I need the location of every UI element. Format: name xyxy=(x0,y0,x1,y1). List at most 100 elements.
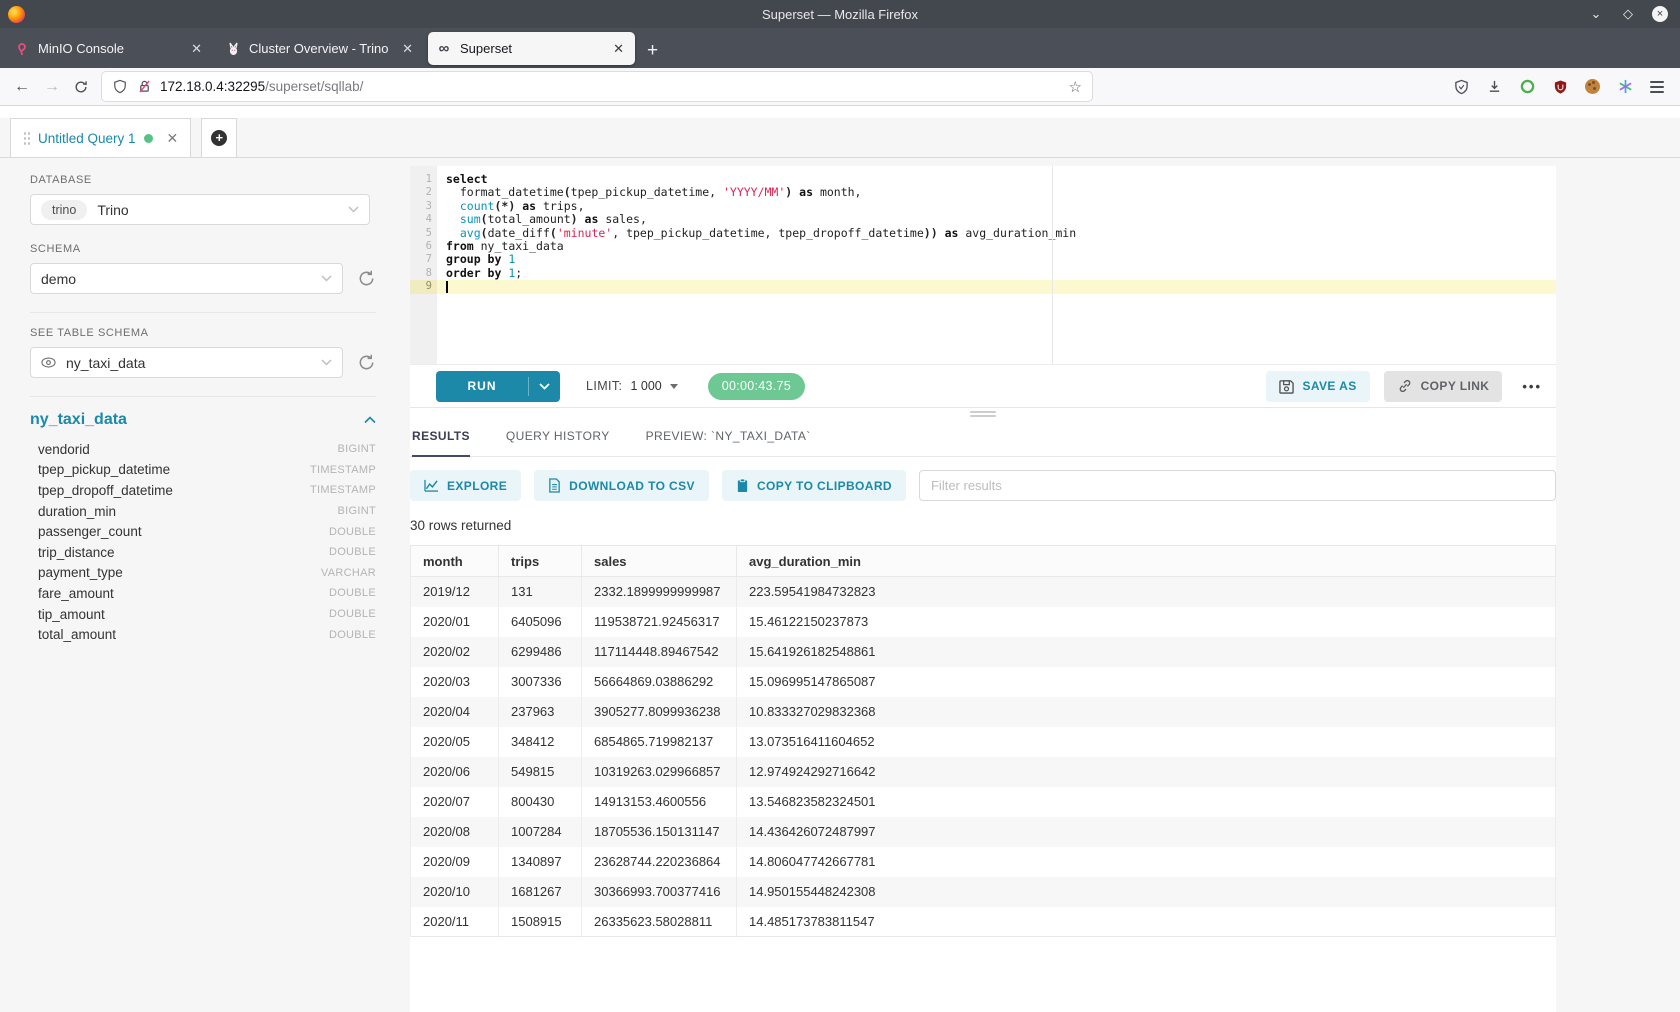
sql-editor[interactable]: 123456789 select format_datetime(tpep_pi… xyxy=(410,166,1556,364)
schema-column-row[interactable]: passenger_countDOUBLE xyxy=(30,521,376,542)
table-row[interactable]: 2020/016405096119538721.9245631715.46122… xyxy=(411,607,1556,637)
ext-green-ring-icon[interactable] xyxy=(1519,79,1535,95)
column-header[interactable]: avg_duration_min xyxy=(737,546,1556,577)
tab-title: Superset xyxy=(460,41,610,56)
limit-dropdown[interactable]: LIMIT: 1 000 xyxy=(586,379,678,393)
gutter-line-number: 1 xyxy=(410,173,437,186)
ext-shield-icon[interactable] xyxy=(1453,79,1469,95)
table-row[interactable]: 2020/053484126854865.71998213713.0735164… xyxy=(411,727,1556,757)
url-bar[interactable]: 172.18.0.4:32295/superset/sqllab/ ☆ xyxy=(102,72,1092,101)
browser-tab-trino[interactable]: Cluster Overview - Trino ✕ xyxy=(217,32,424,65)
column-header[interactable]: trips xyxy=(499,546,582,577)
gutter-line-number: 4 xyxy=(410,213,437,226)
table-row[interactable]: 2020/11150891526335623.5802881114.485173… xyxy=(411,907,1556,937)
explore-button[interactable]: EXPLORE xyxy=(410,470,521,501)
run-button[interactable]: RUN xyxy=(436,371,560,402)
tab-close-icon[interactable]: ✕ xyxy=(188,41,205,57)
table-row[interactable]: 2020/10168126730366993.70037741614.95015… xyxy=(411,877,1556,907)
schema-column-row[interactable]: tpep_dropoff_datetimeTIMESTAMP xyxy=(30,480,376,501)
tab-query-history[interactable]: QUERY HISTORY xyxy=(506,416,610,456)
column-name: tpep_pickup_datetime xyxy=(38,462,170,477)
table-cell: 26335623.58028811 xyxy=(582,907,737,937)
query-tab-close-icon[interactable]: ✕ xyxy=(167,130,179,147)
column-type: DOUBLE xyxy=(329,587,376,599)
schema-column-row[interactable]: total_amountDOUBLE xyxy=(30,624,376,645)
download-csv-button[interactable]: DOWNLOAD TO CSV xyxy=(534,470,709,501)
copy-link-button[interactable]: COPY LINK xyxy=(1384,371,1503,402)
table-cell: 2019/12 xyxy=(411,577,499,607)
schema-column-row[interactable]: tip_amountDOUBLE xyxy=(30,604,376,625)
ublock-origin-icon[interactable] xyxy=(1552,79,1568,95)
reload-icon[interactable] xyxy=(74,80,88,94)
table-row[interactable]: 2020/08100728418705536.15013114714.43642… xyxy=(411,817,1556,847)
table-row[interactable]: 2020/09134089723628744.22023686414.80604… xyxy=(411,847,1556,877)
table-row[interactable]: 2020/026299486117114448.8946754215.64192… xyxy=(411,637,1556,667)
copy-clipboard-button[interactable]: COPY TO CLIPBOARD xyxy=(722,470,906,501)
schema-column-row[interactable]: duration_minBIGINT xyxy=(30,501,376,522)
table-cell: 2020/08 xyxy=(411,817,499,847)
column-header[interactable]: month xyxy=(411,546,499,577)
filter-results-input[interactable] xyxy=(919,470,1556,501)
column-type: DOUBLE xyxy=(329,546,376,558)
cookie-icon[interactable] xyxy=(1585,79,1600,94)
code-line: order by 1; xyxy=(437,267,1556,280)
browser-tab-superset[interactable]: ∞ Superset ✕ xyxy=(428,32,635,65)
editor-lines[interactable]: select format_datetime(tpep_pickup_datet… xyxy=(437,166,1556,364)
forward-icon[interactable]: → xyxy=(44,78,60,96)
run-options-chevron-icon[interactable] xyxy=(529,371,560,402)
url-text[interactable]: 172.18.0.4:32295/superset/sqllab/ xyxy=(160,79,1061,94)
add-query-tab-button[interactable]: + xyxy=(201,118,237,157)
tab-title: Cluster Overview - Trino xyxy=(249,41,399,56)
schema-select[interactable]: demo xyxy=(30,263,343,294)
url-path: /superset/sqllab/ xyxy=(265,79,363,94)
table-row[interactable]: 2020/0780043014913153.460055613.54682358… xyxy=(411,787,1556,817)
table-row[interactable]: 2020/042379633905277.809993623810.833327… xyxy=(411,697,1556,727)
chevron-down-icon xyxy=(348,206,359,213)
query-tab-untitled[interactable]: Untitled Query 1 ✕ xyxy=(10,118,191,157)
gutter-line-number: 9 xyxy=(410,280,437,293)
browser-tab-minio[interactable]: MinIO Console ✕ xyxy=(6,32,213,65)
hamburger-menu-icon[interactable] xyxy=(1650,81,1664,93)
collapse-chevron-up-icon[interactable] xyxy=(364,416,376,424)
table-row[interactable]: 2020/0654981510319263.02996685712.974924… xyxy=(411,757,1556,787)
table-select[interactable]: ny_taxi_data xyxy=(30,347,343,378)
gutter-line-number: 7 xyxy=(410,253,437,266)
resize-handle[interactable] xyxy=(970,409,996,419)
schema-column-row[interactable]: fare_amountDOUBLE xyxy=(30,583,376,604)
window-minimize-icon[interactable]: ⌄ xyxy=(1588,6,1604,22)
schema-column-row[interactable]: payment_typeVARCHAR xyxy=(30,563,376,584)
window-close-icon[interactable]: × xyxy=(1652,6,1668,22)
container-asterisk-icon[interactable] xyxy=(1617,79,1633,95)
download-icon[interactable] xyxy=(1486,79,1502,95)
table-row[interactable]: 2020/03300733656664869.0388629215.096995… xyxy=(411,667,1556,697)
table-cell: 3905277.8099936238 xyxy=(582,697,737,727)
tab-results[interactable]: RESULTS xyxy=(412,416,470,456)
schema-column-row[interactable]: trip_distanceDOUBLE xyxy=(30,542,376,563)
column-type: DOUBLE xyxy=(329,526,376,538)
back-icon[interactable]: ← xyxy=(14,78,30,96)
browser-tabstrip: MinIO Console ✕ Cluster Overview - Trino… xyxy=(0,28,1680,68)
refresh-schema-icon[interactable] xyxy=(357,269,376,288)
schema-column-row[interactable]: tpep_pickup_datetimeTIMESTAMP xyxy=(30,460,376,481)
table-cell: 2020/10 xyxy=(411,877,499,907)
tracking-shield-icon[interactable] xyxy=(112,79,128,95)
tab-close-icon[interactable]: ✕ xyxy=(399,41,416,57)
new-tab-button[interactable]: + xyxy=(637,40,668,68)
tab-preview-table[interactable]: PREVIEW: `NY_TAXI_DATA` xyxy=(646,416,811,456)
more-options-button[interactable]: ••• xyxy=(1516,379,1548,394)
window-maximize-icon[interactable]: ◇ xyxy=(1620,6,1636,22)
tab-close-icon[interactable]: ✕ xyxy=(610,41,627,57)
database-select[interactable]: trino Trino xyxy=(30,194,370,225)
save-as-button[interactable]: SAVE AS xyxy=(1266,371,1369,402)
table-row[interactable]: 2019/121312332.1899999999987223.59541984… xyxy=(411,577,1556,607)
bookmark-star-icon[interactable]: ☆ xyxy=(1069,78,1082,96)
table-select-value: ny_taxi_data xyxy=(66,355,145,371)
schema-column-row[interactable]: vendoridBIGINT xyxy=(30,439,376,460)
code-line: select xyxy=(437,173,1556,186)
insecure-lock-icon[interactable] xyxy=(136,79,152,95)
refresh-tables-icon[interactable] xyxy=(357,353,376,372)
column-header[interactable]: sales xyxy=(582,546,737,577)
drag-grip-icon[interactable] xyxy=(23,131,30,146)
table-name-heading[interactable]: ny_taxi_data xyxy=(30,411,127,429)
table-cell: 13.546823582324501 xyxy=(737,787,1556,817)
